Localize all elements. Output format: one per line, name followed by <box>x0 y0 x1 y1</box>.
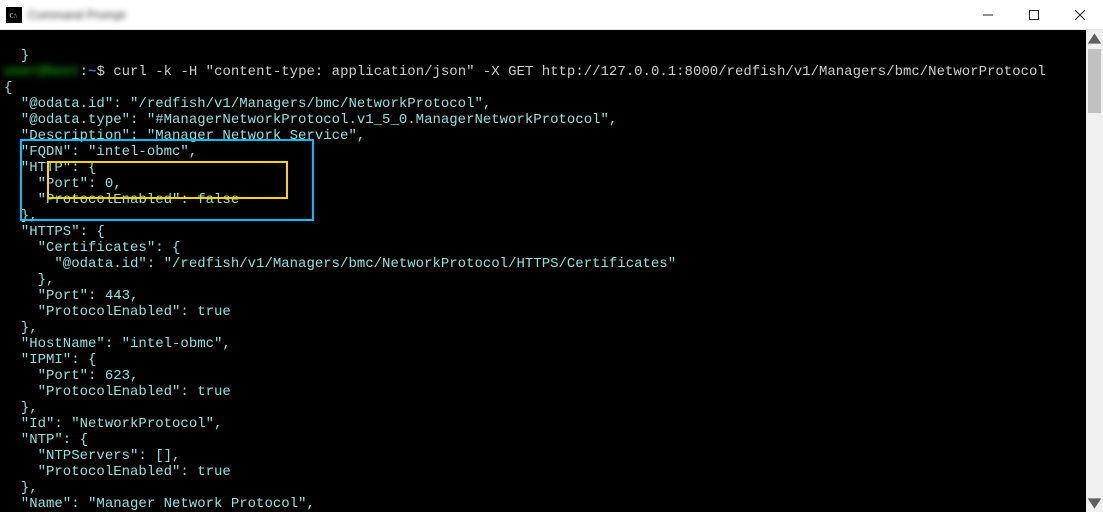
json-brace-open: { <box>4 80 12 96</box>
title-bar-left: C:\ Command Prompt <box>0 7 125 23</box>
output-line: }, <box>4 400 38 416</box>
prompt-userhost: user@host <box>4 64 80 80</box>
close-button[interactable] <box>1057 0 1103 29</box>
output-line: "Port": 623, <box>4 368 138 384</box>
scroll-thumb[interactable] <box>1088 49 1101 113</box>
prompt-sep: : <box>80 64 88 80</box>
scroll-track[interactable] <box>1086 47 1103 495</box>
scroll-down-button[interactable] <box>1086 495 1103 512</box>
command-line: curl -k -H "content-type: application/js… <box>113 64 1046 80</box>
prompt-dollar: $ <box>96 64 113 80</box>
terminal-output[interactable]: } user@host:~$ curl -k -H "content-type:… <box>0 30 1103 512</box>
output-line: "Certificates": { <box>4 240 180 256</box>
output-line: "HostName": "intel-obmc", <box>4 336 231 352</box>
output-line: "ProtocolEnabled": false <box>4 192 239 208</box>
output-line: "Id": "NetworkProtocol", <box>4 416 222 432</box>
output-line: "@odata.id": "/redfish/v1/Managers/bmc/N… <box>4 256 676 272</box>
output-line: "@odata.id": "/redfish/v1/Managers/bmc/N… <box>4 96 491 112</box>
output-line: "Port": 443, <box>4 288 138 304</box>
output-line: "NTPServers": [], <box>4 448 180 464</box>
svg-text:C:\: C:\ <box>10 13 18 19</box>
output-line: }, <box>4 480 38 496</box>
vertical-scrollbar[interactable] <box>1086 30 1103 512</box>
scroll-up-button[interactable] <box>1086 30 1103 47</box>
output-line: }, <box>4 272 54 288</box>
output-line: } <box>4 48 29 64</box>
output-line: "ProtocolEnabled": true <box>4 384 231 400</box>
window-title: Command Prompt <box>28 8 125 22</box>
title-bar: C:\ Command Prompt <box>0 0 1103 30</box>
output-line: "IPMI": { <box>4 352 96 368</box>
output-line: "HTTP": { <box>4 160 96 176</box>
output-line: "Description": "Manager Network Service"… <box>4 128 365 144</box>
maximize-button[interactable] <box>1011 0 1057 29</box>
output-line: "ProtocolEnabled": true <box>4 464 231 480</box>
output-line: }, <box>4 208 38 224</box>
output-line: "NTP": { <box>4 432 88 448</box>
output-line: "ProtocolEnabled": true <box>4 304 231 320</box>
cmd-icon: C:\ <box>6 7 22 23</box>
output-line: "FQDN": "intel-obmc", <box>4 144 197 160</box>
output-line: "HTTPS": { <box>4 224 105 240</box>
output-line: }, <box>4 320 38 336</box>
minimize-button[interactable] <box>965 0 1011 29</box>
output-line: "Name": "Manager Network Protocol", <box>4 496 315 512</box>
window-controls <box>965 0 1103 29</box>
console-area: } user@host:~$ curl -k -H "content-type:… <box>0 30 1103 512</box>
output-line: "@odata.type": "#ManagerNetworkProtocol.… <box>4 112 617 128</box>
output-line: "Port": 0, <box>4 176 122 192</box>
